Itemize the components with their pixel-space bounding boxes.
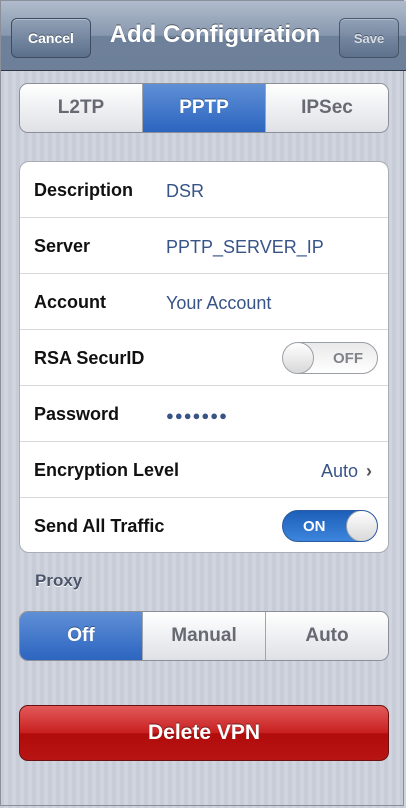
account-field[interactable]: Your Account (166, 293, 271, 314)
rsa-securid-toggle[interactable]: OFF (282, 342, 378, 374)
rsa-securid-label: RSA SecurID (34, 348, 145, 368)
description-row[interactable]: Description DSR (20, 162, 388, 218)
rsa-securid-row: RSA SecurID OFF (20, 330, 388, 386)
segment-l2tp[interactable]: L2TP (20, 84, 143, 132)
proxy-section-header: Proxy (35, 571, 83, 590)
screen-frame: Cancel Add Configuration Save L2TP PPTP … (0, 0, 406, 806)
segment-proxy-off[interactable]: Off (20, 612, 143, 660)
toggle-knob (283, 343, 314, 373)
send-all-traffic-toggle[interactable]: ON (282, 510, 378, 542)
password-label: Password (34, 404, 120, 424)
segment-pptp[interactable]: PPTP (143, 84, 266, 132)
server-field[interactable]: PPTP_SERVER_IP (166, 237, 324, 258)
server-label: Server (34, 236, 91, 256)
encryption-level-value-group: Auto › (321, 461, 372, 482)
send-all-traffic-label: Send All Traffic (34, 516, 165, 536)
password-field[interactable]: ●●●●●●● (166, 408, 228, 423)
cancel-button[interactable]: Cancel (11, 18, 91, 58)
proxy-segmented-control: Off Manual Auto (19, 611, 389, 661)
encryption-level-label: Encryption Level (34, 460, 180, 480)
delete-vpn-button[interactable]: Delete VPN (19, 705, 389, 761)
chevron-right-icon: › (366, 461, 372, 481)
segment-proxy-auto[interactable]: Auto (266, 612, 388, 660)
description-field[interactable]: DSR (166, 181, 204, 202)
vpn-type-segmented-control: L2TP PPTP IPSec (19, 83, 389, 133)
description-label: Description (34, 180, 134, 200)
password-row[interactable]: Password ●●●●●●● (20, 386, 388, 442)
toggle-state-label: ON (303, 518, 326, 535)
toggle-state-label: OFF (333, 350, 363, 367)
page-title: Add Configuration (109, 21, 321, 48)
send-all-traffic-row: Send All Traffic ON (20, 498, 388, 554)
save-button[interactable]: Save (339, 18, 399, 58)
vpn-settings-table: Description DSR Server PPTP_SERVER_IP Ac… (19, 161, 389, 553)
account-label: Account (34, 292, 106, 312)
server-row[interactable]: Server PPTP_SERVER_IP (20, 218, 388, 274)
segment-proxy-manual[interactable]: Manual (143, 612, 266, 660)
encryption-level-value: Auto (320, 461, 358, 481)
encryption-level-row[interactable]: Encryption Level Auto › (20, 442, 388, 498)
segment-ipsec[interactable]: IPSec (266, 84, 388, 132)
navigation-bar: Cancel Add Configuration Save (1, 1, 406, 71)
account-row[interactable]: Account Your Account (20, 274, 388, 330)
toggle-knob (346, 511, 377, 541)
